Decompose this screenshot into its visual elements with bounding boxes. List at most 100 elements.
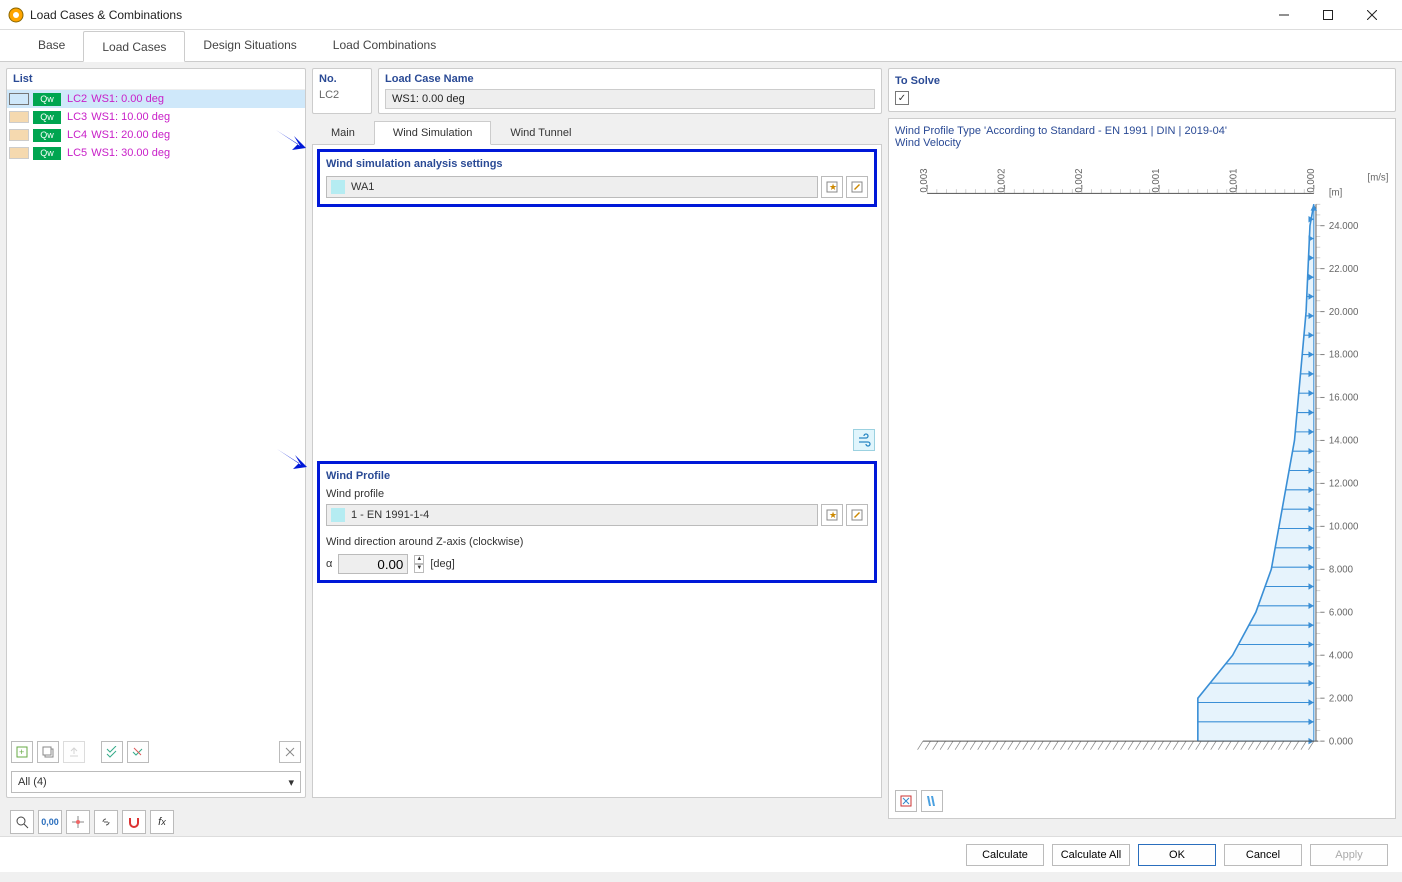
maximize-button[interactable] bbox=[1306, 0, 1350, 30]
edit-entry-icon[interactable] bbox=[846, 176, 868, 198]
svg-text:2.000: 2.000 bbox=[1329, 693, 1353, 704]
alpha-unit: [deg] bbox=[430, 558, 454, 570]
wind-profile-select[interactable]: 1 - EN 1991-1-4 bbox=[326, 504, 818, 526]
lc-code: LC5 bbox=[67, 147, 87, 159]
lc-label: WS1: 20.00 deg bbox=[91, 129, 170, 141]
alpha-input[interactable] bbox=[338, 554, 408, 574]
type-tag: Qw bbox=[33, 129, 61, 142]
svg-text:0.000: 0.000 bbox=[1329, 736, 1353, 747]
color-swatch bbox=[9, 129, 29, 141]
to-solve-label: To Solve bbox=[895, 75, 1389, 87]
chart-title-2: Wind Velocity bbox=[895, 137, 1389, 149]
svg-text:24.000: 24.000 bbox=[1329, 221, 1359, 232]
lc-code: LC2 bbox=[67, 93, 87, 105]
list-item[interactable]: Qw LC4 WS1: 20.00 deg bbox=[7, 126, 305, 144]
window-title: Load Cases & Combinations bbox=[30, 8, 1262, 22]
name-panel: Load Case Name WS1: 0.00 deg bbox=[378, 68, 882, 114]
svg-text:12.000: 12.000 bbox=[1329, 479, 1359, 490]
cancel-button[interactable]: Cancel bbox=[1224, 844, 1302, 866]
tab-design-situations[interactable]: Design Situations bbox=[185, 30, 314, 61]
window-titlebar: Load Cases & Combinations bbox=[0, 0, 1402, 30]
wind-icon[interactable] bbox=[853, 429, 875, 451]
type-tag: Qw bbox=[33, 93, 61, 106]
link-icon[interactable] bbox=[94, 810, 118, 834]
list-item[interactable]: Qw LC2 WS1: 0.00 deg bbox=[7, 90, 305, 108]
uncheck-all-icon[interactable] bbox=[127, 741, 149, 763]
tab-load-cases[interactable]: Load Cases bbox=[83, 31, 185, 62]
svg-text:22.000: 22.000 bbox=[1329, 264, 1359, 275]
profile-label: Wind profile bbox=[326, 488, 868, 500]
alpha-spinner[interactable]: ▲▼ bbox=[414, 555, 424, 573]
app-icon bbox=[8, 7, 24, 23]
new-entry-icon[interactable]: ★ bbox=[821, 176, 843, 198]
svg-text:20.000: 20.000 bbox=[1329, 307, 1359, 318]
svg-text:16.000: 16.000 bbox=[1329, 393, 1359, 404]
wind-profile-section: Wind Profile Wind profile 1 - EN 1991-1-… bbox=[317, 461, 877, 583]
copy-icon[interactable] bbox=[37, 741, 59, 763]
to-solve-checkbox[interactable]: ✓ bbox=[895, 91, 909, 105]
wind-sim-settings-select[interactable]: WA1 bbox=[326, 176, 818, 198]
list-panel: List Qw LC2 WS1: 0.00 deg Qw LC3 WS1: 10… bbox=[6, 68, 306, 798]
subtab-wind-tunnel[interactable]: Wind Tunnel bbox=[491, 121, 590, 145]
annotation-arrow bbox=[275, 445, 309, 473]
edit-entry-icon[interactable] bbox=[846, 504, 868, 526]
magnet-icon[interactable] bbox=[122, 810, 146, 834]
color-swatch bbox=[9, 147, 29, 159]
calculate-button[interactable]: Calculate bbox=[966, 844, 1044, 866]
svg-text:14.000: 14.000 bbox=[1329, 436, 1359, 447]
svg-text:0.003: 0.003 bbox=[919, 168, 930, 192]
delete-icon[interactable] bbox=[279, 741, 301, 763]
tab-base[interactable]: Base bbox=[20, 30, 83, 61]
compass-icon[interactable] bbox=[66, 810, 90, 834]
svg-text:[m]: [m] bbox=[1329, 188, 1342, 199]
units-icon[interactable]: 0,00 bbox=[38, 810, 62, 834]
svg-text:0.001: 0.001 bbox=[1229, 168, 1240, 192]
calculate-all-button[interactable]: Calculate All bbox=[1052, 844, 1130, 866]
color-swatch bbox=[9, 93, 29, 105]
no-value: LC2 bbox=[319, 89, 365, 101]
chart-tool-1-icon[interactable] bbox=[895, 790, 917, 812]
svg-text:0.001: 0.001 bbox=[1151, 168, 1162, 192]
chart-area: 0.0030.0020.0020.0010.0010.000[m/s]0.000… bbox=[895, 149, 1389, 786]
svg-text:+: + bbox=[19, 747, 24, 757]
load-case-list: Qw LC2 WS1: 0.00 deg Qw LC3 WS1: 10.00 d… bbox=[7, 90, 305, 737]
list-item[interactable]: Qw LC5 WS1: 30.00 deg bbox=[7, 144, 305, 162]
search-icon[interactable] bbox=[10, 810, 34, 834]
list-header: List bbox=[7, 69, 305, 90]
svg-text:4.000: 4.000 bbox=[1329, 650, 1353, 661]
lc-code: LC3 bbox=[67, 111, 87, 123]
chevron-down-icon: ▾ bbox=[288, 776, 294, 789]
sub-tabs: Main Wind Simulation Wind Tunnel bbox=[312, 120, 882, 145]
lc-label: WS1: 30.00 deg bbox=[91, 147, 170, 159]
list-filter-label: All (4) bbox=[18, 776, 47, 788]
to-solve-panel: To Solve ✓ bbox=[888, 68, 1396, 112]
tab-load-combinations[interactable]: Load Combinations bbox=[315, 30, 454, 61]
subtab-main[interactable]: Main bbox=[312, 121, 374, 145]
ok-button[interactable]: OK bbox=[1138, 844, 1216, 866]
subtab-wind-simulation[interactable]: Wind Simulation bbox=[374, 121, 491, 145]
lc-label: WS1: 0.00 deg bbox=[91, 93, 164, 105]
main-tabs: Base Load Cases Design Situations Load C… bbox=[0, 30, 1402, 62]
alpha-symbol: α bbox=[326, 558, 332, 570]
chart-tool-2-icon[interactable] bbox=[921, 790, 943, 812]
list-filter-select[interactable]: All (4) ▾ bbox=[11, 771, 301, 793]
chart-panel: Wind Profile Type 'According to Standard… bbox=[888, 118, 1396, 819]
svg-text:★: ★ bbox=[829, 510, 837, 520]
new-icon[interactable]: + bbox=[11, 741, 33, 763]
svg-text:0.002: 0.002 bbox=[997, 168, 1008, 192]
wind-dir-label: Wind direction around Z-axis (clockwise) bbox=[326, 536, 868, 548]
function-icon[interactable]: fx bbox=[150, 810, 174, 834]
minimize-button[interactable] bbox=[1262, 0, 1306, 30]
no-label: No. bbox=[319, 73, 365, 85]
svg-text:8.000: 8.000 bbox=[1329, 565, 1353, 576]
list-item[interactable]: Qw LC3 WS1: 10.00 deg bbox=[7, 108, 305, 126]
close-button[interactable] bbox=[1350, 0, 1394, 30]
tab-content: Wind simulation analysis settings WA1 ★ bbox=[312, 145, 882, 798]
wind-profile-value: 1 - EN 1991-1-4 bbox=[351, 509, 429, 521]
wind-sim-settings-value: WA1 bbox=[351, 181, 374, 193]
new-entry-icon[interactable]: ★ bbox=[821, 504, 843, 526]
check-all-icon[interactable] bbox=[101, 741, 123, 763]
color-swatch bbox=[331, 180, 345, 194]
name-value[interactable]: WS1: 0.00 deg bbox=[385, 89, 875, 109]
section-title: Wind simulation analysis settings bbox=[326, 158, 868, 170]
